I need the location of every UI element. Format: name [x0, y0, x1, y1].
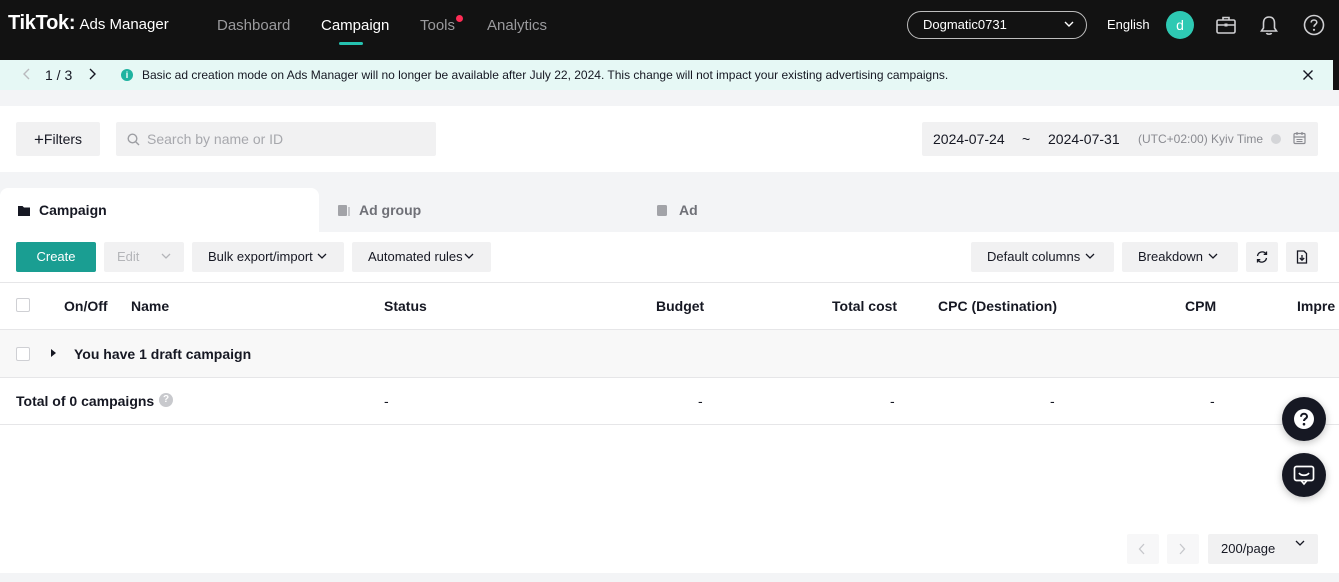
chat-icon — [1293, 465, 1315, 486]
search-input[interactable] — [116, 122, 436, 156]
edit-button[interactable]: Edit — [104, 242, 184, 272]
chevron-down-icon — [1064, 21, 1074, 27]
caret-right-icon[interactable] — [51, 349, 56, 357]
table-header: On/Off Name Status Budget Total cost CPC… — [0, 282, 1339, 330]
total-cpm: - — [1210, 393, 1215, 409]
tiktok-ads-logo[interactable]: TikTok : Ads Manager — [8, 12, 169, 35]
refresh-button[interactable] — [1246, 242, 1278, 272]
nav-analytics[interactable]: Analytics — [487, 17, 547, 34]
default-columns-button[interactable]: Default columns — [971, 242, 1114, 272]
automated-rules-button[interactable]: Automated rules — [352, 242, 491, 272]
date-range-picker[interactable]: 2024-07-24 ~ 2024-07-31 (UTC+02:00) Kyiv… — [922, 122, 1318, 156]
page-size-select[interactable]: 200/page — [1208, 534, 1318, 564]
brand-product: Ads Manager — [79, 16, 169, 33]
nav-active-indicator — [339, 42, 363, 45]
create-button[interactable]: Create — [16, 242, 96, 272]
chevron-down-icon — [317, 253, 327, 259]
question-icon — [1294, 409, 1314, 429]
download-file-icon — [1296, 250, 1308, 264]
chevron-down-icon — [161, 253, 171, 259]
info-icon: i — [121, 69, 133, 81]
chevron-left-icon — [1138, 543, 1145, 555]
total-row: Total of 0 campaigns ? - - - - - — [0, 378, 1339, 425]
notice-page-indicator: 1 / 3 — [45, 67, 73, 83]
nav-dashboard[interactable]: Dashboard — [217, 17, 290, 34]
date-end[interactable]: 2024-07-31 — [1048, 131, 1120, 147]
tab-ad-group[interactable]: Ad group — [359, 202, 421, 218]
scrollbar-strip — [1333, 60, 1339, 90]
draft-campaign-text[interactable]: You have 1 draft campaign — [74, 346, 251, 362]
chevron-right-icon — [1179, 543, 1186, 555]
total-cpc: - — [1050, 393, 1055, 409]
total-cost: - — [890, 393, 895, 409]
total-label: Total of 0 campaigns — [16, 393, 155, 409]
plus-icon: + — [33, 130, 44, 149]
page-bottom — [0, 573, 1339, 582]
nav-campaign[interactable]: Campaign — [321, 17, 389, 34]
language-selector[interactable]: English — [1107, 17, 1150, 32]
timezone-info-icon — [1271, 134, 1281, 144]
column-cpm[interactable]: CPM — [1185, 298, 1216, 314]
avatar[interactable]: d — [1166, 11, 1194, 39]
total-status: - — [384, 393, 389, 409]
chevron-left-icon[interactable] — [22, 68, 32, 80]
total-budget: - — [698, 393, 703, 409]
timezone-label: (UTC+02:00) Kyiv Time — [1138, 132, 1264, 146]
notice-text: Basic ad creation mode on Ads Manager wi… — [142, 68, 949, 82]
row-checkbox[interactable] — [16, 347, 30, 361]
chevron-down-icon — [1085, 253, 1095, 259]
help-icon[interactable] — [1303, 14, 1325, 36]
column-name[interactable]: Name — [131, 298, 169, 314]
column-total-cost[interactable]: Total cost — [832, 298, 897, 314]
tools-notification-dot — [456, 15, 463, 22]
bell-icon[interactable] — [1258, 14, 1280, 36]
help-center-button[interactable] — [1282, 397, 1326, 441]
column-impressions[interactable]: Impre — [1297, 298, 1335, 314]
select-all-checkbox[interactable] — [16, 298, 30, 312]
export-button[interactable] — [1286, 242, 1318, 272]
next-page-button[interactable] — [1167, 534, 1199, 564]
campaign-panel: +Filters 2024-07-24 ~ 2024-07-31 (UTC+02… — [0, 106, 1339, 573]
column-status[interactable]: Status — [384, 298, 427, 314]
chevron-down-icon — [464, 253, 474, 259]
calendar-icon[interactable] — [1293, 131, 1306, 145]
tab-campaign[interactable]: Campaign — [39, 202, 107, 218]
account-selector[interactable]: Dogmatic0731 — [907, 11, 1087, 39]
bulk-export-import-button[interactable]: Bulk export/import — [192, 242, 344, 272]
column-on-off[interactable]: On/Off — [64, 298, 108, 314]
close-icon[interactable] — [1302, 69, 1314, 81]
briefcase-icon[interactable] — [1215, 14, 1237, 36]
feedback-chat-button[interactable] — [1282, 453, 1326, 497]
refresh-icon — [1256, 251, 1268, 263]
brand-name: TikTok — [8, 12, 69, 34]
chevron-down-icon — [1295, 540, 1305, 546]
account-name: Dogmatic0731 — [923, 17, 1007, 32]
tab-ad[interactable]: Ad — [679, 202, 698, 218]
search-icon — [127, 133, 140, 146]
chevron-down-icon — [1208, 253, 1218, 259]
date-start[interactable]: 2024-07-24 — [933, 131, 1005, 147]
ad-group-icon — [338, 205, 350, 216]
table-row[interactable]: You have 1 draft campaign — [0, 330, 1339, 378]
nav-tools[interactable]: Tools — [420, 17, 455, 34]
date-separator: ~ — [1022, 131, 1031, 147]
chevron-right-icon[interactable] — [87, 68, 97, 80]
prev-page-button[interactable] — [1127, 534, 1159, 564]
breakdown-button[interactable]: Breakdown — [1122, 242, 1238, 272]
ad-icon — [657, 205, 667, 216]
filters-button[interactable]: +Filters — [16, 122, 100, 156]
column-budget[interactable]: Budget — [656, 298, 704, 314]
column-cpc[interactable]: CPC (Destination) — [938, 298, 1057, 314]
folder-icon — [18, 206, 30, 216]
help-icon[interactable]: ? — [159, 393, 173, 407]
top-navbar: TikTok : Ads Manager Dashboard Campaign … — [0, 0, 1339, 60]
notice-banner: 1 / 3 i Basic ad creation mode on Ads Ma… — [0, 60, 1333, 90]
